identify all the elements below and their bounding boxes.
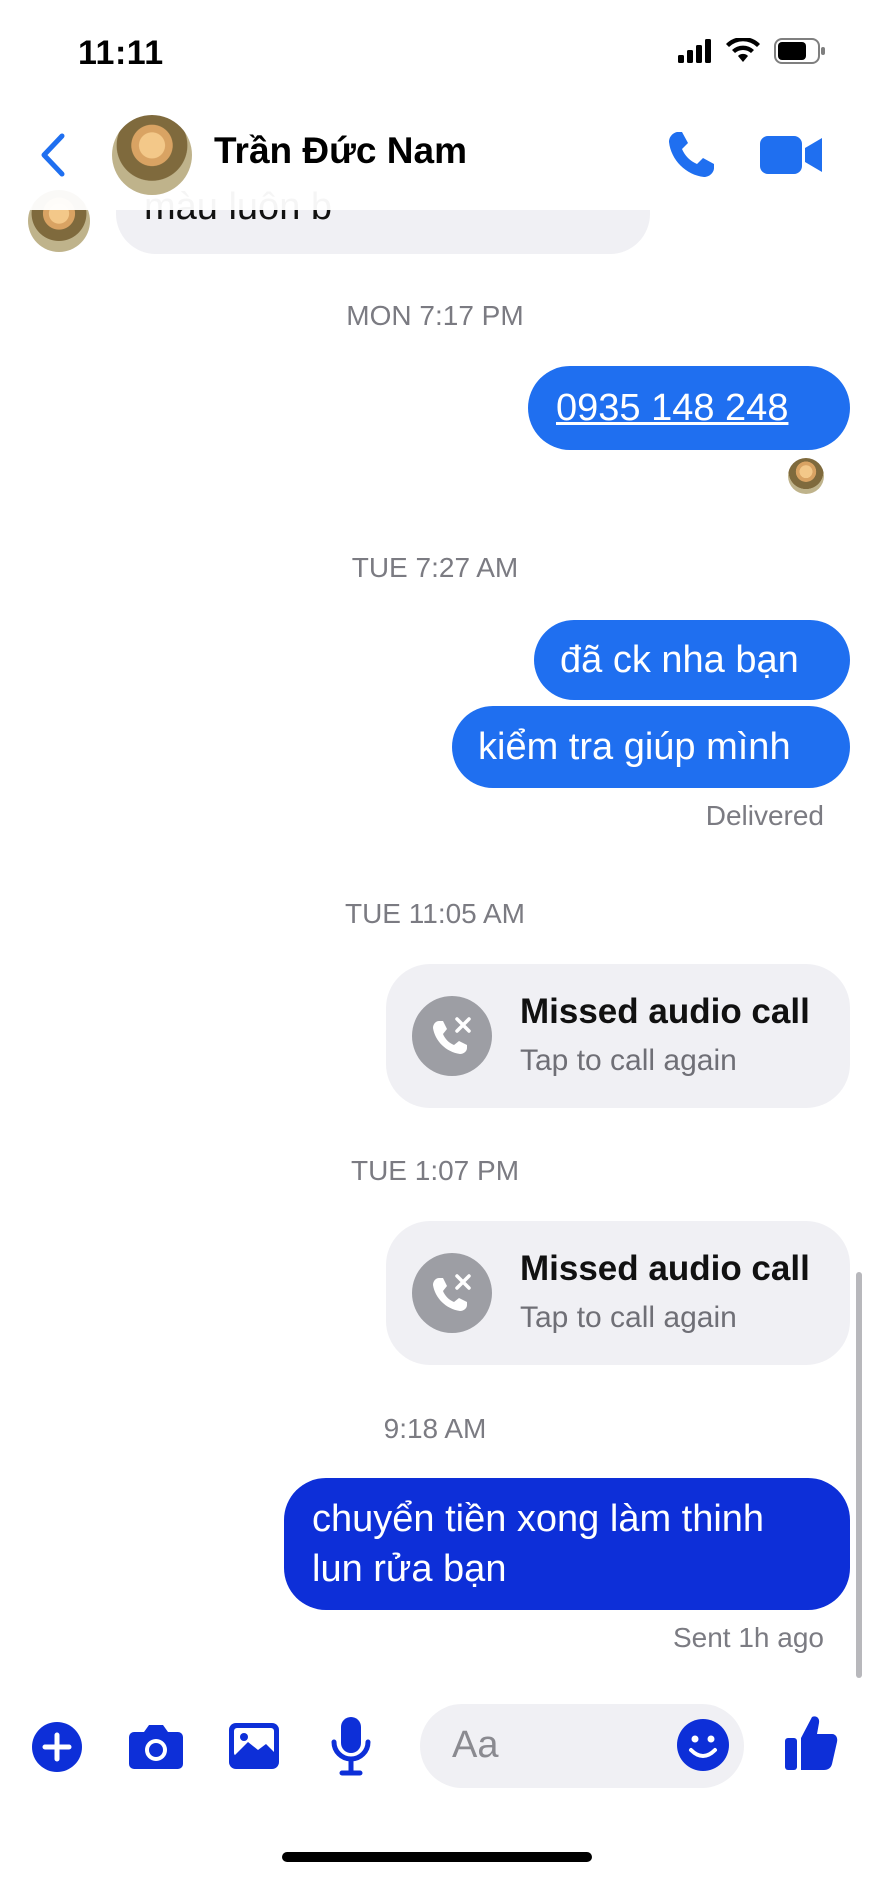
call-title: Missed audio call <box>520 992 810 1031</box>
phone-number-link[interactable]: 0935 148 248 <box>556 387 788 430</box>
message-input[interactable]: Aa <box>420 1704 744 1788</box>
message-text-line: lun rửa bạn <box>312 1548 507 1590</box>
home-indicator <box>282 1852 592 1862</box>
outgoing-message-bubble[interactable]: kiểm tra giúp mình <box>452 706 850 788</box>
microphone-icon[interactable] <box>330 1716 372 1776</box>
missed-call-icon <box>412 996 492 1076</box>
signal-icon <box>678 39 711 63</box>
message-text-line: chuyển tiền xong làm thinh <box>312 1498 765 1540</box>
status-icons <box>678 38 826 64</box>
contact-name[interactable]: Trần Đức Nam <box>214 130 467 172</box>
missed-call-card[interactable]: Missed audio call Tap to call again <box>386 964 850 1108</box>
message-text: đã ck nha bạn <box>560 638 799 681</box>
header-avatar[interactable] <box>112 115 192 195</box>
missed-call-icon <box>412 1253 492 1333</box>
like-icon[interactable] <box>784 1714 838 1772</box>
phone-icon[interactable] <box>664 128 718 182</box>
emoji-icon[interactable] <box>676 1718 730 1772</box>
battery-icon <box>774 38 825 64</box>
status-time: 11:11 <box>78 34 164 72</box>
wifi-icon <box>726 38 760 62</box>
timestamp: TUE 1:07 PM <box>350 1155 520 1186</box>
back-chevron-icon[interactable] <box>36 130 72 180</box>
scrollbar[interactable] <box>856 1272 862 1678</box>
camera-icon[interactable] <box>128 1722 184 1770</box>
missed-call-card[interactable]: Missed audio call Tap to call again <box>386 1221 850 1365</box>
video-camera-icon[interactable] <box>760 132 824 178</box>
message-text: kiểm tra giúp mình <box>478 725 791 768</box>
timestamp: MON 7:17 PM <box>346 300 524 331</box>
sent-status: Sent 1h ago <box>672 1622 824 1653</box>
timestamp: TUE 7:27 AM <box>351 552 519 583</box>
seen-avatar <box>788 458 824 494</box>
gallery-icon[interactable] <box>228 1722 280 1770</box>
outgoing-message-bubble[interactable]: đã ck nha bạn <box>534 620 850 700</box>
plus-icon[interactable] <box>32 1722 82 1772</box>
call-subtitle: Tap to call again <box>520 1301 737 1334</box>
outgoing-message-bubble[interactable]: 0935 148 248 <box>528 366 850 450</box>
timestamp: TUE 11:05 AM <box>344 898 525 929</box>
delivery-status: Delivered <box>705 800 824 831</box>
call-subtitle: Tap to call again <box>520 1044 737 1077</box>
timestamp: 9:18 AM <box>383 1413 487 1444</box>
call-title: Missed audio call <box>520 1249 810 1288</box>
outgoing-message-bubble[interactable]: chuyển tiền xong làm thinh lun rửa bạn <box>284 1478 850 1610</box>
message-input-placeholder: Aa <box>452 1724 499 1766</box>
